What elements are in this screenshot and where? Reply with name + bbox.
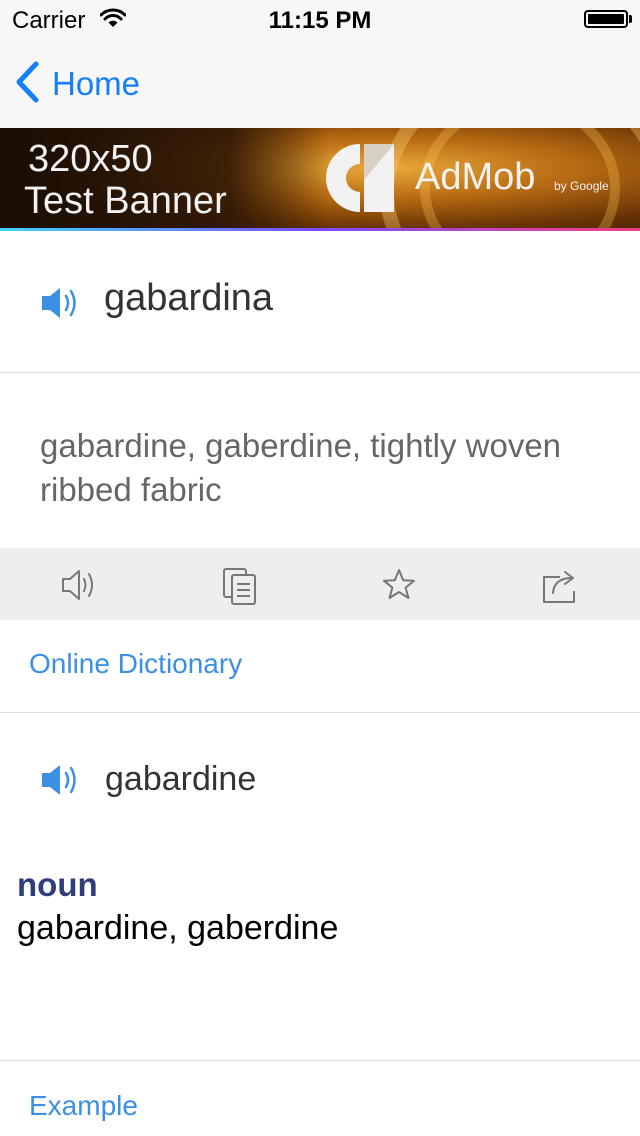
back-label: Home [52, 65, 141, 102]
ad-title-text: Test Banner [24, 180, 227, 222]
online-headword: gabardine [105, 760, 257, 798]
definition-text: gabardine, gaberdine, tightly woven ribb… [40, 427, 562, 508]
copy-icon[interactable] [220, 565, 260, 605]
battery-tip [629, 15, 632, 23]
divider [0, 712, 640, 713]
speaker-icon[interactable] [60, 565, 100, 605]
back-button[interactable]: Home [14, 61, 141, 108]
status-bar: Carrier 11:15 PM [0, 0, 640, 40]
chevron-left-icon [14, 61, 40, 108]
part-of-speech: noun [17, 866, 98, 903]
navigation-bar: Home [0, 40, 640, 128]
admob-logo-icon [322, 140, 398, 221]
headword-row: gabardina [0, 231, 640, 373]
battery-icon [584, 10, 628, 28]
by-google-text: by Google [554, 179, 609, 193]
admob-brand-text: AdMob [415, 156, 536, 198]
speaker-icon[interactable] [40, 285, 82, 326]
action-toolbar [0, 548, 640, 620]
ad-size-text: 320x50 [28, 138, 153, 180]
status-time: 11:15 PM [268, 7, 372, 34]
speaker-icon[interactable] [40, 762, 82, 803]
divider [0, 1060, 640, 1061]
online-dictionary-link[interactable]: Online Dictionary [29, 648, 242, 680]
share-icon[interactable] [540, 565, 580, 605]
ad-banner[interactable]: 320x50 Test Banner AdMob by Google [0, 128, 640, 228]
translation-text: gabardine, gaberdine [17, 909, 339, 947]
star-icon[interactable] [380, 565, 420, 605]
headword: gabardina [104, 277, 274, 319]
example-link[interactable]: Example [29, 1090, 138, 1122]
